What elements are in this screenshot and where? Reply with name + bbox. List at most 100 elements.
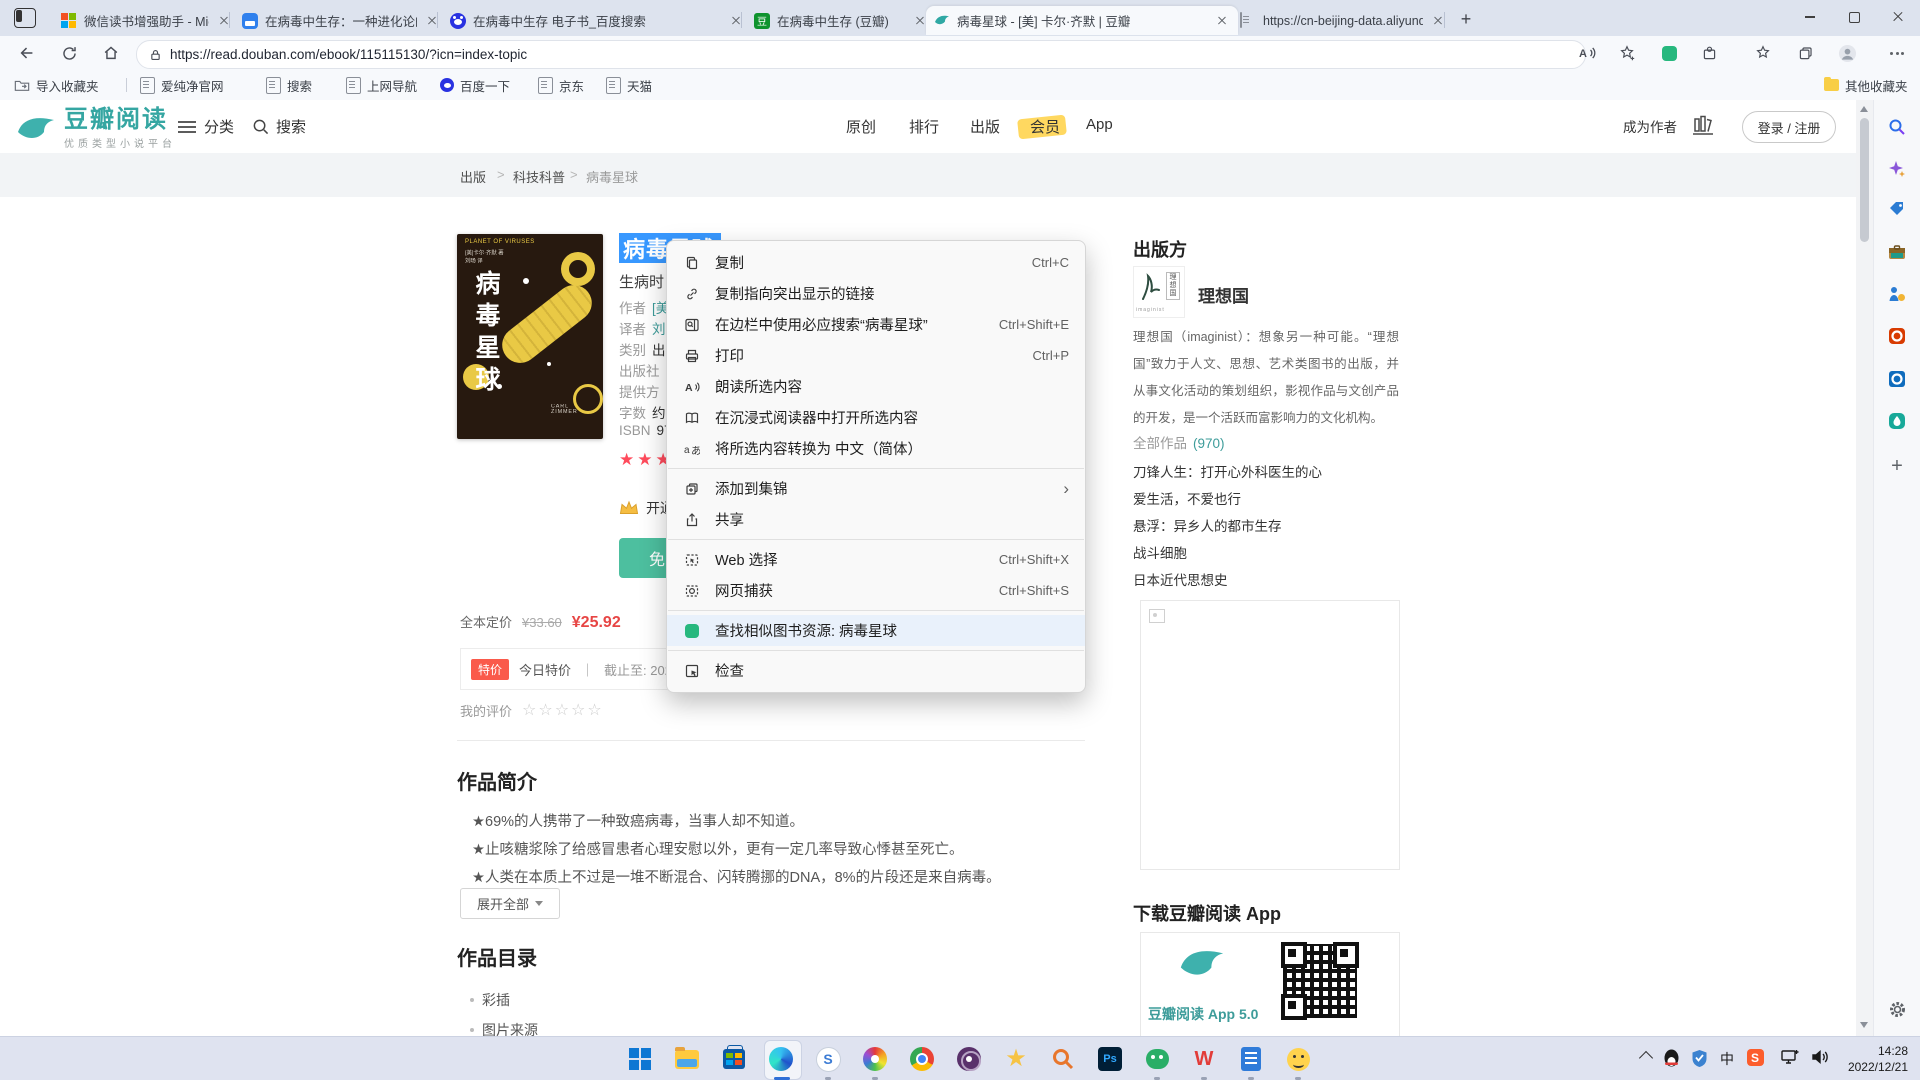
scrollbar-thumb[interactable] xyxy=(1860,118,1869,242)
star-app-icon[interactable]: ★ xyxy=(1001,1044,1031,1074)
maximize-button[interactable] xyxy=(1832,0,1876,34)
breadcrumb-science[interactable]: 科技科普 xyxy=(513,167,565,186)
menu-item-print[interactable]: 打印 Ctrl+P xyxy=(667,340,1085,371)
library-icon[interactable] xyxy=(1690,112,1716,138)
bookmark-item[interactable]: 搜索 xyxy=(266,74,312,96)
works-count-link[interactable]: (970) xyxy=(1193,436,1225,451)
tray-chevron-up-icon[interactable] xyxy=(1636,1049,1656,1063)
menu-item-inspect[interactable]: 检查 xyxy=(667,655,1085,686)
nav-app[interactable]: App xyxy=(1086,116,1113,133)
bookmark-item[interactable]: 百度一下 xyxy=(440,74,510,96)
sidebar-office-icon[interactable] xyxy=(1886,325,1908,347)
extension-puzzle-icon[interactable] xyxy=(1696,40,1722,66)
start-button-icon[interactable] xyxy=(625,1044,655,1074)
media-swirl-icon[interactable] xyxy=(860,1044,890,1074)
sidebar-outlook-icon[interactable] xyxy=(1886,368,1908,390)
tab-virus-evolution[interactable]: 在病毒中生存：一种进化论的解 xyxy=(234,6,448,35)
sidebar-search-icon[interactable] xyxy=(1886,116,1908,138)
my-rating-row[interactable]: 我的评价 ☆☆☆☆☆ xyxy=(460,700,604,720)
chrome-icon[interactable] xyxy=(907,1044,937,1074)
login-register-button[interactable]: 登录 / 注册 xyxy=(1742,111,1836,143)
wechat-icon[interactable] xyxy=(1142,1044,1172,1074)
new-tab-button[interactable]: + xyxy=(1454,8,1478,30)
collections-icon[interactable] xyxy=(1792,40,1818,66)
sidebar-settings-gear-icon[interactable] xyxy=(1886,998,1908,1020)
book-cover[interactable]: PLANET OF VIRUSES [美]卡尔·齐默 著 刘旸 译 病毒星球 C… xyxy=(457,234,603,439)
menu-item-copy[interactable]: 复制 Ctrl+C xyxy=(667,247,1085,278)
menu-item-translate-selection[interactable]: aあ 将所选内容转换为 中文（简体） xyxy=(667,433,1085,464)
tor-browser-icon[interactable] xyxy=(954,1044,984,1074)
smiley-app-icon[interactable] xyxy=(1283,1044,1313,1074)
notes-app-icon[interactable] xyxy=(1236,1044,1266,1074)
menu-item-read-aloud[interactable]: A 朗读所选内容 xyxy=(667,371,1085,402)
sidebar-shopping-icon[interactable] xyxy=(1886,198,1908,220)
publisher-book-link[interactable]: 刀锋人生：打开心外科医生的心 xyxy=(1133,461,1322,481)
scroll-up-icon[interactable] xyxy=(1860,106,1868,112)
file-explorer-icon[interactable] xyxy=(672,1044,702,1074)
catalog-menu[interactable]: 分类 xyxy=(178,116,234,137)
menu-item-copy-highlight-link[interactable]: 复制指向突出显示的链接 xyxy=(667,278,1085,309)
address-bar[interactable]: https://read.douban.com/ebook/115115130/… xyxy=(136,40,1586,69)
home-icon[interactable] xyxy=(98,40,124,66)
scroll-down-icon[interactable] xyxy=(1860,1022,1868,1028)
taskbar-clock[interactable]: 14:28 2022/12/21 xyxy=(1848,1043,1908,1075)
simplenote-icon[interactable]: S xyxy=(813,1044,843,1074)
photoshop-icon[interactable]: Ps xyxy=(1095,1044,1125,1074)
sidebar-games-icon[interactable] xyxy=(1886,283,1908,305)
tray-sogou-icon[interactable]: S xyxy=(1744,1049,1766,1066)
bookmark-item[interactable]: 爱纯净官网 xyxy=(140,74,224,96)
sidebar-drop-icon[interactable] xyxy=(1886,410,1908,432)
refresh-icon[interactable] xyxy=(56,40,82,66)
nav-member[interactable]: 会员 xyxy=(1030,116,1060,137)
toc-item[interactable]: 彩插 xyxy=(470,990,510,1010)
edge-browser-icon[interactable] xyxy=(766,1044,796,1074)
tray-qq-icon[interactable] xyxy=(1660,1049,1682,1068)
sidebar-add-icon[interactable]: + xyxy=(1886,455,1908,477)
tab-douban-read-active[interactable]: 病毒星球 - [美] 卡尔·齐默 | 豆瓣 xyxy=(926,6,1238,35)
tab-aliyun-data[interactable]: https://cn-beijing-data.aliyundriv xyxy=(1232,6,1454,35)
menu-item-web-capture[interactable]: 网页捕获 Ctrl+Shift+S xyxy=(667,575,1085,606)
publisher-book-link[interactable]: 悬浮：异乡人的都市生存 xyxy=(1133,515,1282,535)
tray-network-icon[interactable] xyxy=(1778,1049,1802,1065)
back-icon[interactable] xyxy=(14,40,40,66)
settings-ellipsis-icon[interactable] xyxy=(1884,40,1910,66)
tab-baidu-search[interactable]: 在病毒中生存 电子书_百度搜索 xyxy=(442,6,752,35)
microsoft-store-icon[interactable] xyxy=(719,1044,749,1074)
nav-ranking[interactable]: 排行 xyxy=(909,116,939,137)
wps-icon[interactable]: W xyxy=(1189,1044,1219,1074)
bookmark-import[interactable]: 导入收藏夹 xyxy=(14,74,99,96)
tray-speaker-icon[interactable] xyxy=(1808,1049,1832,1065)
nav-publish[interactable]: 出版 xyxy=(970,116,1000,137)
site-search[interactable]: 搜索 xyxy=(252,116,306,137)
tray-ime-indicator[interactable]: 中 xyxy=(1716,1049,1738,1069)
tab-wechat-read-helper[interactable]: 微信读书增强助手 - Microsoft Ed xyxy=(52,6,240,35)
publisher-book-link[interactable]: 爱生活，不爱也行 xyxy=(1133,488,1241,508)
close-button[interactable] xyxy=(1876,0,1920,34)
breadcrumb-publish[interactable]: 出版 xyxy=(460,167,486,186)
tray-shield-icon[interactable] xyxy=(1688,1049,1710,1068)
sidebar-tools-icon[interactable] xyxy=(1886,241,1908,263)
menu-item-add-to-collections[interactable]: 添加到集锦 › xyxy=(667,473,1085,504)
url-text[interactable]: https://read.douban.com/ebook/115115130/… xyxy=(170,47,527,62)
publisher-logo[interactable]: 理想国 imaginist xyxy=(1133,266,1185,318)
publisher-name[interactable]: 理想国 xyxy=(1198,282,1249,307)
sidebar-copilot-icon[interactable] xyxy=(1886,158,1908,180)
tab-douban-book[interactable]: 豆 在病毒中生存 (豆瓣) xyxy=(746,6,936,35)
bookmark-item[interactable]: 上网导航 xyxy=(346,74,417,96)
tab-close-icon[interactable] xyxy=(1214,13,1230,29)
menu-item-immersive-reader[interactable]: 在沉浸式阅读器中打开所选内容 xyxy=(667,402,1085,433)
tab-actions-icon[interactable] xyxy=(14,8,36,28)
favorites-star-icon[interactable] xyxy=(1750,40,1776,66)
read-aloud-icon[interactable]: A xyxy=(1574,40,1600,66)
my-rating-stars[interactable]: ☆☆☆☆☆ xyxy=(522,700,604,720)
nav-original[interactable]: 原创 xyxy=(846,116,876,137)
minimize-button[interactable] xyxy=(1788,0,1832,34)
bookmark-item[interactable]: 京东 xyxy=(538,74,584,96)
menu-item-web-select[interactable]: Web 选择 Ctrl+Shift+X xyxy=(667,544,1085,575)
expand-all-button[interactable]: 展开全部 xyxy=(460,888,560,919)
publisher-book-link[interactable]: 日本近代思想史 xyxy=(1133,569,1228,589)
douban-read-logo[interactable]: 豆瓣阅读 优质类型小说平台 xyxy=(16,108,176,150)
become-author-link[interactable]: 成为作者 xyxy=(1623,116,1677,136)
other-bookmarks-folder[interactable]: 其他收藏夹 xyxy=(1824,74,1908,96)
menu-item-share[interactable]: 共享 xyxy=(667,504,1085,535)
